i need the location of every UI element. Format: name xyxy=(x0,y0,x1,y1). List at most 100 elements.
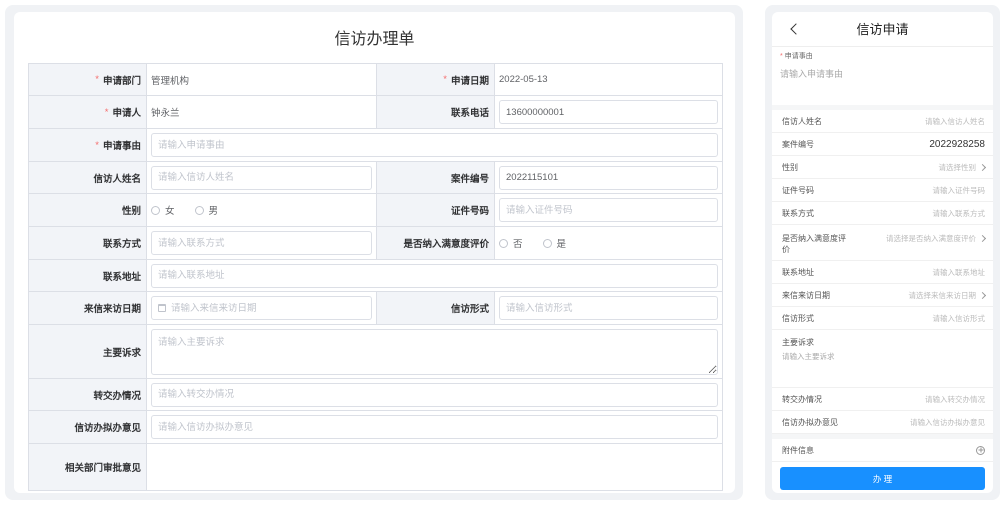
appeal-cell xyxy=(147,325,723,379)
mobile-row-case-no: 案件编号 xyxy=(772,133,993,156)
required-mark: * xyxy=(104,106,109,118)
visit-date-input[interactable] xyxy=(166,302,365,314)
label-dept-opinion: 相关部门审批意见 xyxy=(29,444,147,491)
office-opinion-input[interactable] xyxy=(151,415,718,439)
row-label: 信访人姓名 xyxy=(782,116,822,126)
label-text: 来信来访日期 xyxy=(83,304,141,315)
radio-circle[interactable] xyxy=(194,205,204,215)
mobile-reason-textarea[interactable] xyxy=(780,68,983,96)
radio-label: 是 xyxy=(556,239,567,250)
mobile-gender-picker[interactable]: 请选择性别 xyxy=(938,162,987,173)
row-label: 来信来访日期 xyxy=(782,290,830,300)
case-no-input[interactable] xyxy=(499,165,718,190)
mobile-screen: 信访申请 *申请事由 信访人姓名 案件编号 性别 请选择性别 证件号码 联系方式 xyxy=(772,12,993,493)
mobile-satisfaction-picker[interactable]: 请选择是否纳入满意度评价 xyxy=(886,233,987,244)
label-case-no: 案件编号 xyxy=(377,162,495,194)
contact-input[interactable] xyxy=(151,231,372,255)
mobile-petitioner-name-input[interactable] xyxy=(865,116,985,126)
label-dept: * 申请部门 xyxy=(29,64,147,96)
mobile-row-satisfaction: 是否纳入满意度评价 请选择是否纳入满意度评价 xyxy=(772,225,993,261)
dept-cell: 管理机构 xyxy=(147,64,377,96)
dept-opinion-cell xyxy=(147,444,723,491)
label-address: 联系地址 xyxy=(29,260,147,292)
gender-radio-group: 女 男 xyxy=(147,194,377,227)
label-text: 案件编号 xyxy=(450,173,489,185)
chevron-right-icon xyxy=(978,234,987,243)
id-no-cell xyxy=(495,194,723,227)
mobile-reason-field: * 申请事由 xyxy=(772,47,993,105)
gender-option-male[interactable]: 男 xyxy=(194,203,219,217)
radio-circle[interactable] xyxy=(499,238,508,248)
transfer-cell xyxy=(147,379,723,411)
mobile-visit-date-picker[interactable]: 请选择来信来访日期 xyxy=(909,290,987,301)
applicant-value: 钟永兰 xyxy=(151,108,180,119)
row-label: 信访形式 xyxy=(782,313,814,323)
apply-date-value: 2022-05-13 xyxy=(499,74,548,85)
mobile-row-gender: 性别 请选择性别 xyxy=(772,156,993,179)
reason-input[interactable] xyxy=(151,133,718,157)
label-text: 申请日期 xyxy=(450,75,489,87)
label-text: 申请事由 xyxy=(102,141,141,152)
label-office-opinion: 信访办拟办意见 xyxy=(29,411,147,444)
mobile-case-no-input[interactable] xyxy=(865,138,985,150)
label-text: 证件号码 xyxy=(450,206,489,217)
mobile-office-opinion-input[interactable] xyxy=(865,417,985,427)
form-type-cell xyxy=(495,292,723,325)
address-input[interactable] xyxy=(151,263,718,288)
visit-date-picker[interactable] xyxy=(151,296,372,320)
transfer-input[interactable] xyxy=(151,382,718,407)
radio-circle[interactable] xyxy=(151,205,160,215)
row-label: 转交办情况 xyxy=(782,394,822,404)
satisfaction-option-no[interactable]: 否 xyxy=(499,236,523,250)
label-reason: * 申请事由 xyxy=(29,129,147,162)
contact-cell xyxy=(147,227,377,260)
chevron-right-icon xyxy=(978,291,987,299)
row-label: 证件号码 xyxy=(782,185,814,195)
radio-label: 男 xyxy=(208,206,219,217)
gender-option-female[interactable]: 女 xyxy=(151,203,175,217)
picker-placeholder: 请选择是否纳入满意度评价 xyxy=(886,234,976,243)
label-text: 相关部门审批意见 xyxy=(64,463,141,474)
satisfaction-option-yes[interactable]: 是 xyxy=(542,236,567,250)
label-visit-date: 来信来访日期 xyxy=(29,292,147,325)
label-text: 联系方式 xyxy=(102,239,141,250)
desktop-form-card: 信访办理单 * 申请部门 管理机构 * 申请日期 2022-05-13 * 申请人 钟… xyxy=(14,12,735,493)
mobile-contact-input[interactable] xyxy=(865,208,985,218)
picker-placeholder: 请选择性别 xyxy=(938,162,977,172)
mobile-form-type-input[interactable] xyxy=(865,313,985,323)
label-text: 信访办拟办意见 xyxy=(74,423,141,434)
mobile-appeal-textarea[interactable] xyxy=(782,351,983,379)
label-form-type: 信访形式 xyxy=(377,292,495,325)
label-text: 是否纳入满意度评价 xyxy=(403,239,489,250)
mobile-row-petitioner-name: 信访人姓名 xyxy=(772,110,993,133)
row-label: 主要诉求 xyxy=(782,338,814,347)
phone-input[interactable] xyxy=(499,100,718,124)
required-mark: * xyxy=(95,74,99,85)
petitioner-name-input[interactable] xyxy=(151,165,372,190)
visit-date-cell xyxy=(147,292,377,325)
row-label: 联系方式 xyxy=(782,208,814,218)
mobile-id-no-input[interactable] xyxy=(865,185,985,195)
petitioner-name-cell xyxy=(147,162,377,194)
mobile-row-form-type: 信访形式 xyxy=(772,307,993,330)
dept-value: 管理机构 xyxy=(151,75,190,87)
label-text: 申请部门 xyxy=(102,75,141,87)
case-no-cell xyxy=(495,162,723,194)
chevron-right-icon xyxy=(978,163,987,171)
mobile-address-input[interactable] xyxy=(865,267,985,277)
applicant-cell: 钟永兰 xyxy=(147,96,377,129)
submit-button[interactable]: 办 理 xyxy=(780,467,985,490)
mobile-row-transfer: 转交办情况 xyxy=(772,388,993,411)
mobile-header: 信访申请 xyxy=(772,12,993,47)
row-label: 联系地址 xyxy=(782,267,814,277)
id-no-input[interactable] xyxy=(499,198,718,222)
plus-circle-icon[interactable] xyxy=(976,445,985,455)
radio-label: 女 xyxy=(165,206,175,217)
appeal-textarea[interactable] xyxy=(151,328,718,375)
row-label: 是否纳入满意度评价 xyxy=(782,234,846,254)
radio-circle[interactable] xyxy=(542,238,552,248)
mobile-appeal-field: 主要诉求 xyxy=(772,330,993,388)
mobile-transfer-input[interactable] xyxy=(865,394,985,404)
mobile-reason-label: * 申请事由 xyxy=(780,52,983,62)
form-type-input[interactable] xyxy=(499,296,718,320)
